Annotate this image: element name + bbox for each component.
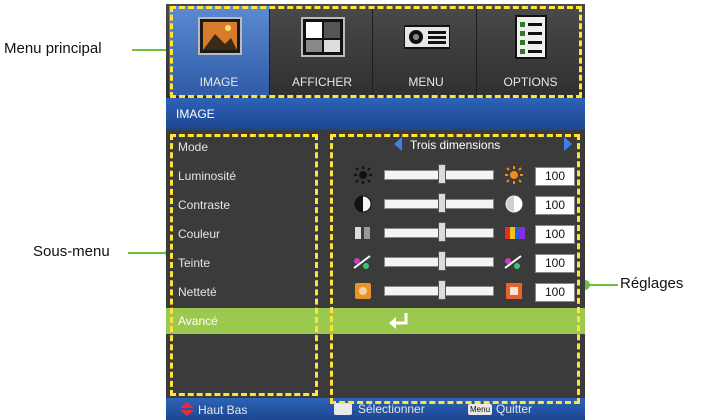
- footer-bar: Haut Bas Sélectionner Menu Quitter: [166, 398, 585, 420]
- footer-select-label: Sélectionner: [358, 402, 425, 416]
- brightness-value: 100: [535, 167, 575, 186]
- contrast-light-icon: [505, 195, 523, 213]
- slider-thumb[interactable]: [438, 164, 446, 184]
- slider-thumb[interactable]: [438, 280, 446, 300]
- menu-row-sharpness[interactable]: Netteté 100: [166, 277, 585, 306]
- menu-row-contrast[interactable]: Contraste 100: [166, 190, 585, 219]
- tab-display[interactable]: AFFICHER: [272, 6, 373, 96]
- row-label: Couleur: [178, 227, 221, 241]
- mode-value: Trois dimensions: [410, 138, 501, 152]
- tab-label: AFFICHER: [292, 75, 352, 89]
- row-label: Mode: [178, 140, 209, 154]
- menu-row-mode[interactable]: Mode Trois dimensions: [166, 132, 585, 161]
- row-label: Contraste: [178, 198, 231, 212]
- image-icon: [198, 17, 242, 55]
- footer-select-hint: Sélectionner: [334, 402, 425, 416]
- sun-dim-icon: [354, 166, 372, 184]
- arrow-left-icon[interactable]: [394, 137, 402, 151]
- tab-label: MENU: [408, 75, 444, 89]
- contrast-value: 100: [535, 196, 575, 215]
- tint-value: 100: [535, 254, 575, 273]
- color-high-icon: [505, 227, 525, 239]
- menu-row-advanced[interactable]: Avancé: [166, 308, 585, 334]
- row-label: Avancé: [178, 314, 218, 328]
- section-title: IMAGE: [166, 98, 585, 130]
- row-label: Netteté: [178, 285, 217, 299]
- callout-settings: Réglages: [620, 275, 684, 292]
- callout-line-main-menu: [132, 49, 170, 51]
- tint-low-icon: [353, 255, 371, 269]
- sharp-low-icon: [355, 283, 371, 299]
- sharpness-value: 100: [535, 283, 575, 302]
- callout-submenu: Sous-menu: [33, 243, 110, 260]
- tab-label: OPTIONS: [503, 75, 558, 89]
- menu-row-brightness[interactable]: Luminosité 100: [166, 161, 585, 190]
- footer-quit-label: Quitter: [496, 402, 533, 416]
- arrow-right-icon[interactable]: [564, 137, 572, 151]
- footer-nav-hint: Haut Bas: [180, 402, 247, 417]
- callout-main-menu: Menu principal: [4, 40, 102, 57]
- slider-thumb[interactable]: [438, 193, 446, 213]
- row-label: Luminosité: [178, 169, 237, 183]
- tab-image[interactable]: IMAGE: [169, 6, 270, 96]
- main-menu-tabs: IMAGE AFFICHER MENU OPTIONS: [166, 4, 585, 98]
- slider-thumb[interactable]: [438, 222, 446, 242]
- tab-menu[interactable]: MENU: [376, 6, 477, 96]
- display-icon: [301, 17, 345, 57]
- options-icon: [515, 15, 547, 59]
- sun-bright-icon: [505, 166, 523, 184]
- menu-key-icon: Menu: [468, 404, 493, 415]
- submenu-panel: Mode Trois dimensions Luminosité 100 Con…: [166, 130, 585, 398]
- color-value: 100: [535, 225, 575, 244]
- up-down-arrow-icon: [180, 402, 194, 416]
- footer-quit-hint: Menu Quitter: [468, 402, 532, 416]
- projector-osd-menu: IMAGE AFFICHER MENU OPTIONS IMAGE Mode T…: [166, 4, 585, 420]
- menu-row-tint[interactable]: Teinte 100: [166, 248, 585, 277]
- sharp-high-icon: [506, 283, 522, 299]
- menu-row-color[interactable]: Couleur 100: [166, 219, 585, 248]
- footer-nav-label: Haut Bas: [198, 403, 248, 417]
- slider-thumb[interactable]: [438, 251, 446, 271]
- tint-high-icon: [504, 255, 522, 269]
- enter-key-icon: [334, 403, 352, 415]
- contrast-dark-icon: [354, 195, 372, 213]
- callout-line-submenu: [128, 252, 170, 254]
- enter-icon: [389, 313, 408, 329]
- row-label: Teinte: [178, 256, 211, 270]
- tab-label: IMAGE: [199, 75, 239, 89]
- projector-icon: [404, 25, 450, 49]
- color-low-icon: [355, 227, 370, 239]
- tab-options[interactable]: OPTIONS: [480, 6, 581, 96]
